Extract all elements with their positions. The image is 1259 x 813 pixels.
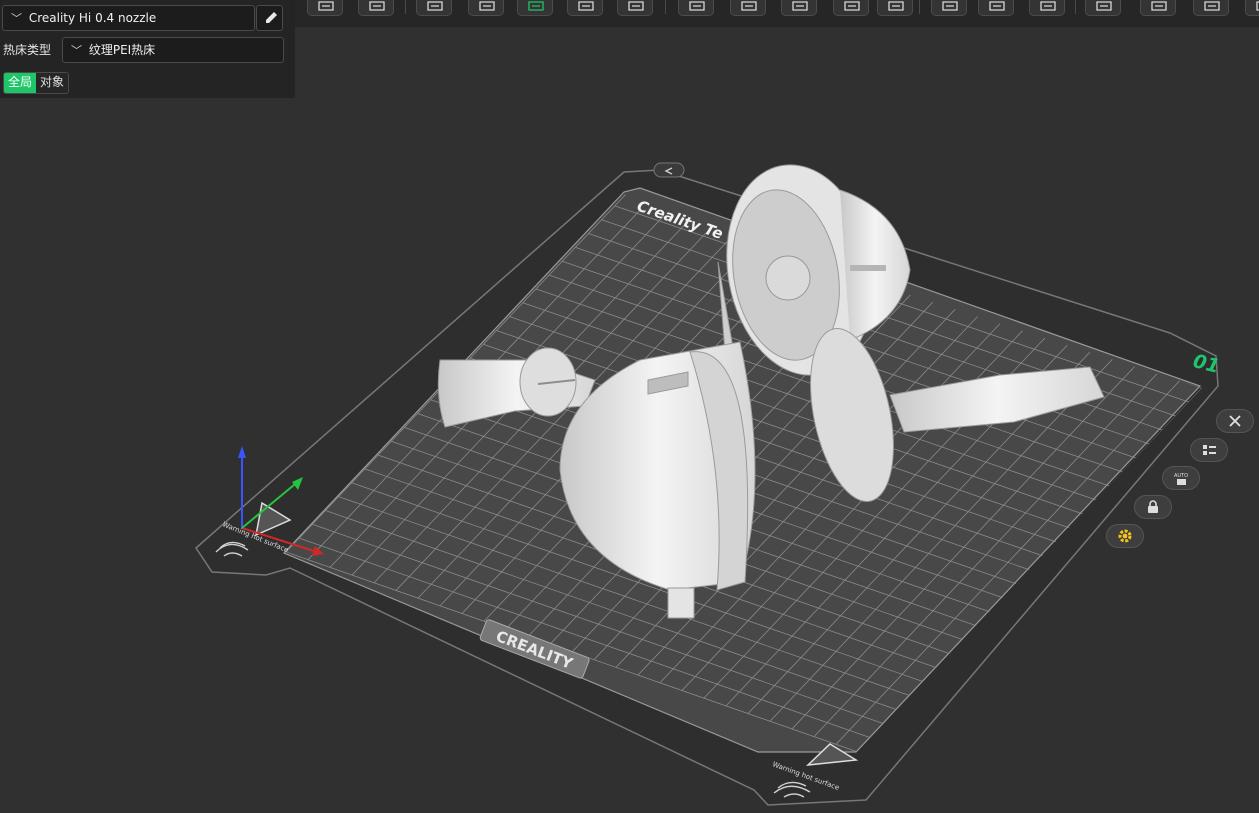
arrange-grid-icon — [369, 1, 385, 11]
seam-paint-icon — [989, 1, 1005, 11]
pencil-icon — [266, 12, 277, 23]
printer-name: Creality Hi 0.4 nozzle — [28, 11, 157, 25]
cut-icon — [628, 1, 644, 11]
settings-scope-toggle: 全局 对象 — [3, 72, 70, 94]
close-plate-button[interactable] — [1216, 409, 1254, 433]
auto-support-tool-button[interactable] — [517, 0, 553, 16]
lay-on-face-tool-button[interactable] — [468, 0, 504, 16]
seam-paint-tool-button[interactable] — [978, 0, 1014, 16]
bed-type-label: 热床类型 — [3, 43, 52, 57]
auto-support-icon — [528, 1, 544, 11]
plate-list-icon — [1203, 445, 1216, 455]
support-paint-tool-button[interactable] — [931, 0, 967, 16]
printer-select[interactable]: ﹀ Creality Hi 0.4 nozzle — [2, 5, 255, 31]
color-paint-tool-button[interactable] — [1029, 0, 1065, 16]
lock-plate-button[interactable] — [1134, 495, 1172, 519]
layout-tool-button[interactable] — [678, 0, 714, 16]
add-cube-icon — [318, 1, 334, 11]
settings-gear-icon — [1118, 529, 1132, 543]
layout-icon — [689, 1, 705, 11]
scope-object-button[interactable]: 对象 — [36, 73, 69, 93]
printer-settings-panel: ﹀ Creality Hi 0.4 nozzle 热床类型 ﹀ 纹理PEI热床 … — [0, 0, 295, 98]
variable-height-icon — [1151, 1, 1167, 11]
bed-type-value: 纹理PEI热床 — [88, 43, 156, 57]
bed-type-select[interactable]: ﹀ 纹理PEI热床 — [62, 37, 284, 63]
text-icon — [1096, 1, 1112, 11]
split-plates-tool-button[interactable] — [567, 0, 603, 16]
chevron-down-icon: ﹀ — [11, 12, 22, 25]
plate-list-button[interactable] — [1190, 438, 1228, 462]
edit-printer-button[interactable] — [256, 5, 283, 31]
scale-icon — [792, 1, 808, 11]
orient-icon — [427, 1, 443, 11]
scope-global-button[interactable]: 全局 — [4, 73, 37, 93]
toolbar-separator — [405, 0, 406, 14]
split-plates-icon — [578, 1, 594, 11]
lay-on-face-icon — [479, 1, 495, 11]
plate-collapse-tab[interactable] — [653, 162, 685, 178]
auto-label: AUTO — [1174, 473, 1188, 479]
boolean-tool-button[interactable] — [877, 0, 913, 16]
color-paint-icon — [1040, 1, 1056, 11]
slice-preview-tool-button[interactable] — [1245, 0, 1259, 16]
cut-tool-button[interactable] — [617, 0, 653, 16]
orient-tool-button[interactable] — [416, 0, 452, 16]
text-tool-button[interactable] — [1085, 0, 1121, 16]
measure-tool-button[interactable] — [833, 0, 869, 16]
assembly-icon — [1204, 1, 1220, 11]
drill-icon — [741, 1, 757, 11]
close-icon — [1229, 415, 1241, 427]
plate-settings-button[interactable] — [1106, 524, 1144, 548]
chevron-down-icon: ﹀ — [71, 44, 82, 57]
toolbar-separator — [665, 0, 666, 14]
boolean-icon — [888, 1, 904, 11]
support-paint-icon — [942, 1, 958, 11]
assembly-tool-button[interactable] — [1193, 0, 1229, 16]
measure-icon — [844, 1, 860, 11]
3d-viewport[interactable]: Creality Te CREALITY Warning hot surface… — [0, 0, 1259, 813]
drill-tool-button[interactable] — [730, 0, 766, 16]
lock-icon — [1148, 500, 1158, 513]
toolbar-separator — [1075, 0, 1076, 14]
auto-icon: AUTO — [1174, 473, 1188, 485]
add-cube-tool-button[interactable] — [307, 0, 343, 16]
toolbar-separator — [919, 0, 920, 14]
slice-preview-icon — [1256, 1, 1259, 11]
variable-height-tool-button[interactable] — [1140, 0, 1176, 16]
main-toolbar — [295, 0, 1259, 27]
scale-tool-button[interactable] — [781, 0, 817, 16]
arrange-grid-tool-button[interactable] — [358, 0, 394, 16]
auto-orient-button[interactable]: AUTO — [1162, 466, 1200, 490]
